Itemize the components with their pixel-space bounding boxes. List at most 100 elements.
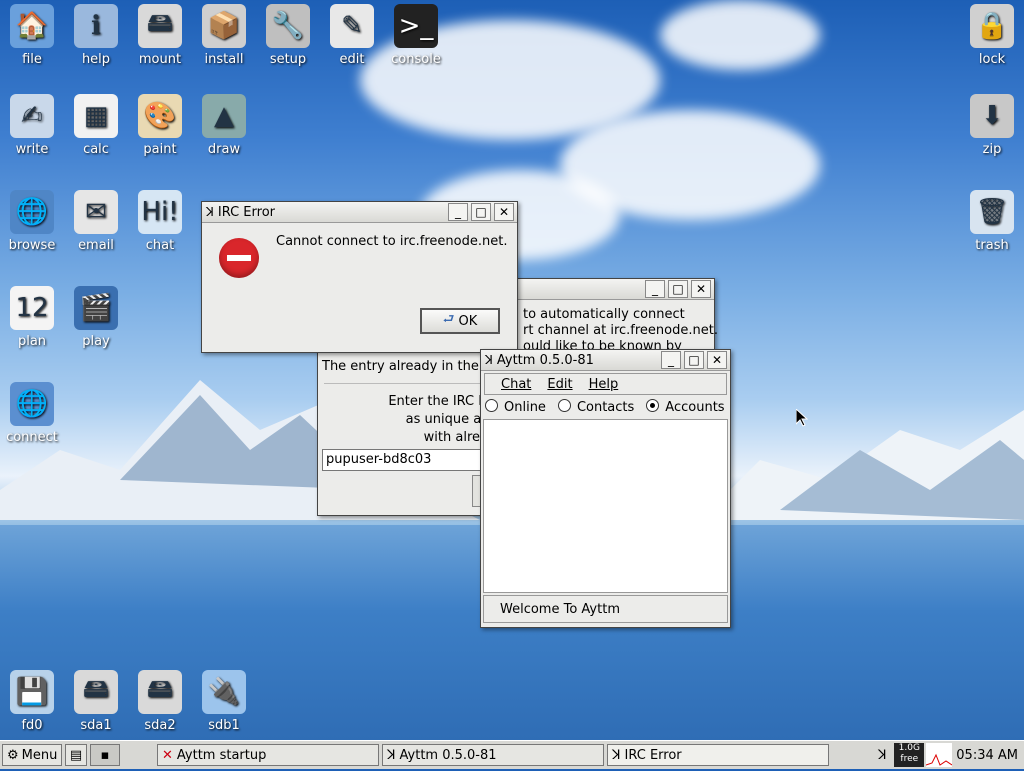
irc-error-dialog[interactable]: ꓘ IRC Error _ □ ✕ Cannot connect to irc.… bbox=[201, 201, 518, 353]
sda1-icon: 🖴 bbox=[74, 670, 118, 714]
desktop-icon-calc[interactable]: ▦ calc bbox=[64, 94, 128, 157]
error-icon bbox=[219, 238, 259, 278]
desktop-icon-write[interactable]: ✍ write bbox=[0, 94, 64, 157]
desktop-icon-draw[interactable]: ▲ draw bbox=[192, 94, 256, 157]
maximize-icon[interactable]: □ bbox=[668, 280, 688, 298]
zip-icon: ⬇ bbox=[970, 94, 1014, 138]
status-text: Welcome To Ayttm bbox=[500, 601, 620, 617]
desktop-icon-help[interactable]: ℹ help bbox=[64, 4, 128, 67]
desktop-icon-console[interactable]: >_console bbox=[384, 4, 448, 67]
write-icon: ✍ bbox=[10, 94, 54, 138]
play-icon: 🎬 bbox=[74, 286, 118, 330]
plan-icon: 12 bbox=[10, 286, 54, 330]
task-label: Ayttm startup bbox=[176, 747, 267, 763]
desktop-icon-trash[interactable]: 🗑 trash bbox=[960, 190, 1024, 253]
view-radio-group: Online Contacts Accounts bbox=[481, 397, 730, 417]
desktop-icon-sdb1[interactable]: 🔌 sdb1 bbox=[192, 670, 256, 733]
task-ayttm-startup[interactable]: ✕ Ayttm startup bbox=[157, 744, 379, 766]
browse-icon: 🌐 bbox=[10, 190, 54, 234]
desktop-icon-mount[interactable]: 🖴 mount bbox=[128, 4, 192, 67]
minimize-icon[interactable]: _ bbox=[645, 280, 665, 298]
free-label: free bbox=[900, 754, 919, 764]
menu-button-label: Menu bbox=[21, 747, 58, 763]
close-icon[interactable]: ✕ bbox=[691, 280, 711, 298]
minimize-icon[interactable]: _ bbox=[448, 203, 468, 221]
menu-help[interactable]: Help bbox=[589, 377, 619, 392]
ayttm-titlebar[interactable]: ꓘ Ayttm 0.5.0-81 _ □ ✕ bbox=[481, 350, 730, 371]
desktop-icon-label: mount bbox=[138, 52, 182, 67]
desktop-icon-chat[interactable]: Hi! chat bbox=[128, 190, 192, 253]
nickname-input[interactable]: pupuser-bd8c03 bbox=[322, 449, 485, 471]
desktop-icon-install[interactable]: 📦 install bbox=[192, 4, 256, 67]
radio-accounts[interactable]: Accounts bbox=[646, 399, 725, 415]
error-message: Cannot connect to irc.freenode.net. bbox=[276, 234, 508, 249]
desktop-icon-label: edit bbox=[339, 52, 365, 67]
status-bar: Welcome To Ayttm bbox=[483, 595, 728, 623]
accounts-list[interactable] bbox=[483, 419, 728, 593]
close-x-icon: ✕ bbox=[162, 747, 173, 763]
calc-icon: ▦ bbox=[74, 94, 118, 138]
help-icon: ℹ bbox=[74, 4, 118, 48]
pager-button[interactable]: ▪ bbox=[90, 744, 120, 766]
show-desktop-button[interactable]: ▤ bbox=[65, 744, 87, 766]
desktop-icon-play[interactable]: 🎬 play bbox=[64, 286, 128, 349]
maximize-icon[interactable]: □ bbox=[684, 351, 704, 369]
free-space-indicator: 1.0G free bbox=[894, 743, 925, 767]
radio-contacts[interactable]: Contacts bbox=[557, 399, 634, 415]
console-icon: >_ bbox=[394, 4, 438, 48]
connect-icon: 🌐 bbox=[10, 382, 54, 426]
taskbar: ⚙ Menu ▤ ▪ ✕ Ayttm startup ꓘ Ayttm 0.5.0… bbox=[0, 740, 1024, 769]
desktop-icon-setup[interactable]: 🔧 setup bbox=[256, 4, 320, 67]
menubar: Chat Edit Help bbox=[484, 373, 727, 395]
desktop-icon-label: sda1 bbox=[80, 718, 112, 733]
desktop-icon-label: sda2 bbox=[144, 718, 176, 733]
minimize-icon[interactable]: _ bbox=[661, 351, 681, 369]
desktop-icon-connect[interactable]: 🌐 connect bbox=[0, 382, 64, 445]
task-irc-error[interactable]: ꓘ IRC Error bbox=[607, 744, 829, 766]
mount-icon: 🖴 bbox=[138, 4, 182, 48]
desktop-icon-email[interactable]: ✉ email bbox=[64, 190, 128, 253]
close-icon[interactable]: ✕ bbox=[494, 203, 514, 221]
radio-online[interactable]: Online bbox=[485, 399, 546, 415]
desktop-icon-label: help bbox=[81, 52, 111, 67]
task-ayttm-main[interactable]: ꓘ Ayttm 0.5.0-81 bbox=[382, 744, 604, 766]
startup-entry-text: The entry already in the bbox=[322, 359, 479, 374]
startup-text-line2: rt channel at irc.freenode.net. bbox=[523, 323, 718, 338]
ok-button[interactable]: ⮐ OK bbox=[420, 308, 500, 334]
radio-contacts-indicator bbox=[557, 399, 571, 412]
desktop-icon-plan[interactable]: 12 plan bbox=[0, 286, 64, 349]
radio-accounts-label: Accounts bbox=[665, 400, 725, 415]
startup-text-line1: to automatically connect bbox=[523, 307, 685, 322]
startup-prompt2: as unique as bbox=[405, 412, 488, 427]
menu-chat[interactable]: Chat bbox=[501, 377, 531, 392]
startup-prompt3: with alrea bbox=[423, 430, 488, 445]
desktop-icon-label: trash bbox=[975, 238, 1009, 253]
pager-icon: ▪ bbox=[100, 747, 110, 763]
ayttm-main-window[interactable]: ꓘ Ayttm 0.5.0-81 _ □ ✕ Chat Edit Help On… bbox=[480, 349, 731, 628]
maximize-icon[interactable]: □ bbox=[471, 203, 491, 221]
desktop-icon-browse[interactable]: 🌐 browse bbox=[0, 190, 64, 253]
desktop-icon-label: draw bbox=[207, 142, 241, 157]
lock-icon: 🔒 bbox=[970, 4, 1014, 48]
task-label: IRC Error bbox=[624, 747, 682, 763]
close-icon[interactable]: ✕ bbox=[707, 351, 727, 369]
menu-button[interactable]: ⚙ Menu bbox=[2, 744, 62, 766]
desktop-icon-fd0[interactable]: 💾 fd0 bbox=[0, 670, 64, 733]
desktop-icon-zip[interactable]: ⬇ zip bbox=[960, 94, 1024, 157]
desktop-icon-edit[interactable]: ✎ edit bbox=[320, 4, 384, 67]
desktop-icon-sda1[interactable]: 🖴 sda1 bbox=[64, 670, 128, 733]
email-icon: ✉ bbox=[74, 190, 118, 234]
irc-error-titlebar[interactable]: ꓘ IRC Error _ □ ✕ bbox=[202, 202, 517, 223]
desktop-icon-label: lock bbox=[978, 52, 1006, 67]
radio-online-label: Online bbox=[504, 400, 546, 415]
menu-edit[interactable]: Edit bbox=[547, 377, 572, 392]
desktop-icon-sda2[interactable]: 🖴 sda2 bbox=[128, 670, 192, 733]
desktop-icon-lock[interactable]: 🔒 lock bbox=[960, 4, 1024, 67]
desktop-icon-paint[interactable]: 🎨 paint bbox=[128, 94, 192, 157]
desktop-icon-label: fd0 bbox=[21, 718, 43, 733]
free-size: 1.0G bbox=[898, 743, 920, 753]
desktop-icon-file[interactable]: 🏠 file bbox=[0, 4, 64, 67]
desktop-icon-label: console bbox=[391, 52, 441, 67]
app-icon: ꓘ bbox=[206, 205, 214, 219]
tray-app-icon[interactable]: ꓘ bbox=[870, 748, 894, 763]
